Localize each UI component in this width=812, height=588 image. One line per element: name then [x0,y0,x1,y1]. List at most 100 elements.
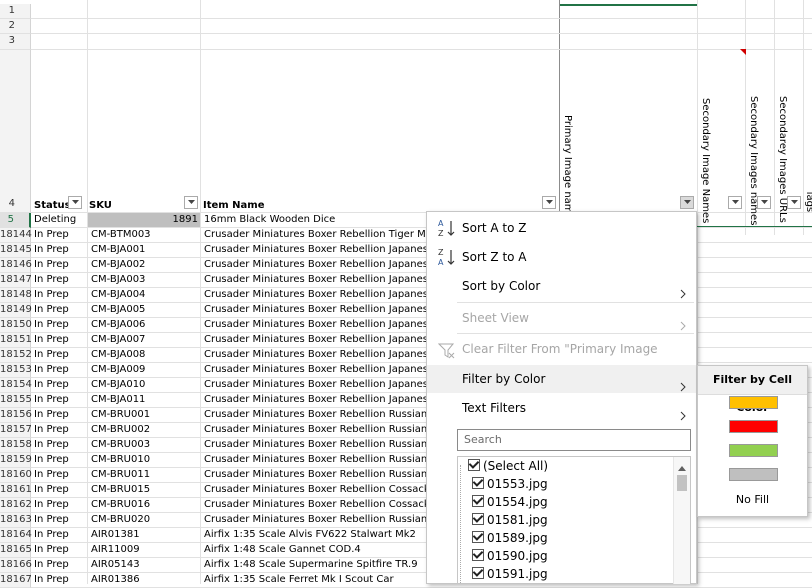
filter-button-secondary-image-names[interactable] [728,196,742,209]
cell-sku[interactable]: CM-BJA001 [88,243,200,257]
sort-a-to-z-item[interactable]: AZ Sort A to Z [427,214,696,242]
cell-status[interactable]: In Prep [31,468,87,482]
row-header[interactable]: 18167 [0,573,32,588]
cell-status[interactable]: In Prep [31,558,87,572]
cell-status[interactable]: In Prep [31,438,87,452]
checkbox-checked-icon[interactable] [468,459,480,471]
color-swatch-gray[interactable] [729,468,778,481]
cell-status[interactable]: In Prep [31,573,87,587]
row-header[interactable]: 18166 [0,558,32,573]
row-header[interactable]: 18145 [0,243,32,258]
cell-status[interactable]: In Prep [31,498,87,512]
cell-status[interactable]: In Prep [31,243,87,257]
row-header[interactable]: 18162 [0,498,32,513]
value-checkbox-item[interactable]: 01554.jpg [472,493,548,511]
cell-sku[interactable]: AIR01381 [88,528,200,542]
text-filters-item[interactable]: Text Filters [427,394,696,422]
cell-sku[interactable]: AIR05143 [88,558,200,572]
filter-button-sku[interactable] [184,196,198,209]
cell-sku[interactable]: CM-BJA004 [88,288,200,302]
filter-button-primary-image[interactable] [680,196,694,209]
cell-sku[interactable]: CM-BJA006 [88,318,200,332]
row-header[interactable]: 4 [0,50,31,213]
scrollbar-thumb[interactable] [677,475,687,491]
filter-button-secondary-images-names[interactable] [757,196,771,209]
row-header-active[interactable]: 5 [0,213,31,228]
cell-status[interactable]: In Prep [31,333,87,347]
cell-status[interactable]: In Prep [31,303,87,317]
row-header[interactable]: 3 [0,34,31,50]
value-checkbox-item[interactable]: 01590.jpg [472,547,548,565]
filter-values-list[interactable]: (Select All) 01553.jpg 01554.jpg 01581.j… [457,456,691,584]
cell-sku[interactable]: CM-BJA007 [88,333,200,347]
row-header[interactable]: 18151 [0,333,32,348]
cell-sku[interactable]: CM-BRU020 [88,513,200,527]
cell-sku-selected[interactable]: 1891 [88,213,200,227]
value-checkbox-item[interactable]: 01589.jpg [472,529,548,547]
color-swatch-orange[interactable] [729,396,778,409]
cell-status[interactable]: In Prep [31,348,87,362]
cell-status[interactable]: In Prep [31,318,87,332]
cell-sku[interactable]: CM-BRU015 [88,483,200,497]
list-scrollbar[interactable] [673,457,690,584]
row-header[interactable]: 18158 [0,438,32,453]
sort-by-color-item[interactable]: Sort by Color [427,272,696,300]
row-header[interactable]: 18149 [0,303,32,318]
row-header[interactable]: 18164 [0,528,32,543]
row-header[interactable]: 18160 [0,468,32,483]
cell-status[interactable]: In Prep [31,528,87,542]
cell-status[interactable]: In Prep [31,288,87,302]
cell-sku[interactable]: CM-BRU016 [88,498,200,512]
filter-button-secondarey-images-urls[interactable] [787,196,801,209]
cell-status[interactable]: In Prep [31,408,87,422]
checkbox-checked-icon[interactable] [472,495,484,507]
checkbox-checked-icon[interactable] [472,567,484,579]
cell-sku[interactable]: CM-BRU010 [88,453,200,467]
cell-status[interactable]: In Prep [31,453,87,467]
autofilter-menu[interactable]: AZ Sort A to Z ZA Sort Z to A Sort by Co… [426,211,697,584]
row-header[interactable]: 18156 [0,408,32,423]
row-header[interactable]: 1 [0,4,31,19]
cell-sku[interactable]: CM-BRU001 [88,408,200,422]
checkbox-checked-icon[interactable] [472,477,484,489]
row-header[interactable]: 18144 [0,228,32,243]
cell-status[interactable]: In Prep [31,378,87,392]
checkbox-checked-icon[interactable] [472,513,484,525]
filter-search-input[interactable]: Search [457,429,691,451]
row-header[interactable]: 18165 [0,543,32,558]
row-header[interactable]: 18150 [0,318,32,333]
row-header[interactable]: 18155 [0,393,32,408]
cell-sku[interactable]: CM-BJA003 [88,273,200,287]
cell-sku[interactable]: CM-BRU011 [88,468,200,482]
cell-status[interactable]: In Prep [31,393,87,407]
sort-z-to-a-item[interactable]: ZA Sort Z to A [427,243,696,271]
row-header[interactable]: 18148 [0,288,32,303]
value-checkbox-item[interactable]: 01581.jpg [472,511,548,529]
row-header[interactable]: 18152 [0,348,32,363]
cell-sku[interactable]: CM-BJA010 [88,378,200,392]
cell-status[interactable]: In Prep [31,258,87,272]
cell-status[interactable]: In Prep [31,273,87,287]
row-header[interactable]: 18157 [0,423,32,438]
checkbox-checked-icon[interactable] [472,549,484,561]
cell-status[interactable]: In Prep [31,228,87,242]
cell-sku[interactable]: AIR11009 [88,543,200,557]
row-header[interactable]: 18147 [0,273,32,288]
cell-sku[interactable]: CM-BTM003 [88,228,200,242]
row-header[interactable]: 18153 [0,363,32,378]
value-checkbox-item[interactable]: 01591.jpg [472,565,548,583]
cell-sku[interactable]: CM-BJA009 [88,363,200,377]
row-header[interactable]: 18154 [0,378,32,393]
filter-by-cell-color-submenu[interactable]: Filter by Cell Color No Fill [697,365,808,517]
row-header[interactable]: 18163 [0,513,32,528]
filter-button-status[interactable] [68,196,82,209]
cell-status[interactable]: In Prep [31,483,87,497]
value-checkbox-item[interactable]: 01553.jpg [472,475,548,493]
scroll-up-icon[interactable] [678,461,686,474]
row-header[interactable]: 18159 [0,453,32,468]
cell-status[interactable]: Deleting [31,213,87,227]
color-swatch-red[interactable] [729,420,778,433]
color-swatch-green[interactable] [729,444,778,457]
cell-sku[interactable]: CM-BRU002 [88,423,200,437]
filter-button-item-name[interactable] [542,196,556,209]
